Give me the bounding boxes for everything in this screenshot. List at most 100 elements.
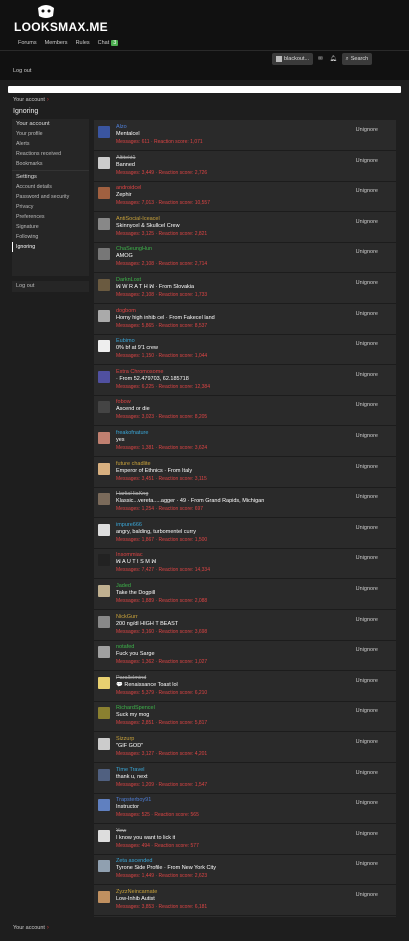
unignore-button[interactable]: Unignore — [356, 708, 378, 714]
avatar[interactable] — [98, 462, 110, 475]
footer-breadcrumb-your-account[interactable]: Your account — [13, 925, 45, 931]
avatar[interactable] — [98, 401, 110, 414]
sidebar-item-ignoring[interactable]: Ignoring — [12, 242, 89, 252]
sidebar-item-following[interactable]: Following — [12, 232, 89, 242]
username-link[interactable]: notafed — [116, 644, 134, 650]
avatar[interactable] — [98, 248, 110, 261]
avatar[interactable] — [98, 187, 110, 200]
avatar[interactable] — [98, 585, 110, 597]
unignore-button[interactable]: Unignore — [356, 678, 378, 684]
avatar[interactable] — [98, 370, 110, 383]
unignore-button[interactable]: Unignore — [356, 800, 378, 806]
sidebar-item-reactions[interactable]: Reactions received — [12, 149, 89, 159]
sidebar-item-your-profile[interactable]: Your profile — [12, 129, 89, 139]
username-link[interactable]: Alzo — [116, 124, 127, 130]
nav-rules[interactable]: Rules — [76, 40, 90, 46]
unignore-button[interactable]: Unignore — [356, 402, 378, 408]
unignore-button[interactable]: Unignore — [356, 249, 378, 255]
username-link[interactable]: fobow — [116, 399, 131, 405]
unignore-button[interactable]: Unignore — [356, 372, 378, 378]
username-link[interactable]: Trapsterboy91 — [116, 797, 151, 803]
unignore-button[interactable]: Unignore — [356, 219, 378, 225]
unignore-button[interactable]: Unignore — [356, 188, 378, 194]
unignore-button[interactable]: Unignore — [356, 617, 378, 623]
username-link[interactable]: androidcel — [116, 185, 141, 191]
username-link[interactable]: impure666 — [116, 522, 142, 528]
username-link[interactable]: Jaded — [116, 583, 131, 589]
nav-chat[interactable]: Chat 3 — [98, 40, 119, 46]
unignore-button[interactable]: Unignore — [356, 525, 378, 531]
unignore-button[interactable]: Unignore — [356, 831, 378, 837]
sidebar-item-password[interactable]: Password and security — [12, 192, 89, 202]
avatar[interactable] — [98, 279, 110, 291]
sidebar-item-account-details[interactable]: Account details — [12, 182, 89, 192]
username-link[interactable]: Yew — [116, 828, 126, 834]
avatar[interactable] — [98, 738, 110, 750]
sidebar-item-bookmarks[interactable]: Bookmarks — [12, 159, 89, 169]
unignore-button[interactable]: Unignore — [356, 127, 378, 133]
username-link[interactable]: ZyzzNeincarnate — [116, 889, 157, 895]
username-link[interactable]: Insommiac — [116, 552, 143, 558]
username-link[interactable]: Zeta ascended — [116, 858, 152, 864]
unignore-button[interactable]: Unignore — [356, 494, 378, 500]
username-link[interactable]: Extra Chromosome — [116, 369, 163, 375]
avatar[interactable] — [98, 554, 110, 567]
username-link[interactable]: freakofnature — [116, 430, 148, 436]
avatar[interactable] — [98, 891, 110, 903]
site-logo[interactable]: LOOKSMAX.ME — [14, 20, 108, 34]
avatar[interactable] — [98, 309, 110, 322]
unignore-button[interactable]: Unignore — [356, 861, 378, 867]
username-link[interactable]: Time Travel — [116, 767, 145, 773]
username-link[interactable]: Sizzurp — [116, 736, 134, 742]
avatar[interactable] — [98, 340, 110, 353]
avatar[interactable] — [98, 156, 110, 169]
username-link[interactable]: NickGurr — [116, 614, 138, 620]
sidebar-item-privacy[interactable]: Privacy — [12, 202, 89, 212]
username-link[interactable]: dogbom — [116, 308, 136, 314]
unignore-button[interactable]: Unignore — [356, 555, 378, 561]
search-button[interactable]: ⌕ Search — [341, 53, 373, 65]
unignore-button[interactable]: Unignore — [356, 464, 378, 470]
sidebar-item-alerts[interactable]: Alerts — [12, 139, 89, 149]
unignore-button[interactable]: Unignore — [356, 770, 378, 776]
logout-link-top[interactable]: Log out — [13, 68, 31, 74]
sidebar-logout[interactable]: Log out — [12, 281, 89, 292]
unignore-button[interactable]: Unignore — [356, 280, 378, 286]
breadcrumb-your-account[interactable]: Your account — [13, 97, 45, 103]
avatar[interactable] — [98, 493, 110, 506]
avatar[interactable] — [98, 646, 110, 659]
avatar[interactable] — [98, 615, 110, 628]
avatar[interactable] — [98, 768, 110, 781]
unignore-button[interactable]: Unignore — [356, 341, 378, 347]
avatar[interactable] — [98, 676, 110, 689]
unignore-button[interactable]: Unignore — [356, 739, 378, 745]
avatar[interactable] — [98, 217, 110, 230]
avatar[interactable] — [98, 860, 110, 873]
avatar[interactable] — [98, 523, 110, 536]
avatar[interactable] — [98, 432, 110, 444]
unignore-button[interactable]: Unignore — [356, 647, 378, 653]
unignore-button[interactable]: Unignore — [356, 433, 378, 439]
avatar[interactable] — [98, 126, 110, 138]
sidebar-item-preferences[interactable]: Preferences — [12, 212, 89, 222]
username-link[interactable]: ChaSeungHun — [116, 246, 152, 252]
username-link[interactable]: AntiSocial-Iceacel — [116, 216, 160, 222]
username-link[interactable]: RichardSpencel — [116, 705, 155, 711]
username-link[interactable]: Eubimo — [116, 338, 135, 344]
nav-members[interactable]: Members — [45, 40, 68, 46]
nav-forums[interactable]: Forums — [18, 40, 37, 46]
account-button[interactable]: blackout... — [272, 53, 314, 65]
unignore-button[interactable]: Unignore — [356, 892, 378, 898]
username-link[interactable]: HarliaHiaKng — [116, 491, 148, 497]
avatar[interactable] — [98, 707, 110, 720]
avatar[interactable] — [98, 799, 110, 812]
username-link[interactable]: Altitekt1 — [116, 155, 136, 161]
inbox-icon[interactable]: ✉ — [316, 56, 325, 62]
unignore-button[interactable]: Unignore — [356, 586, 378, 592]
username-link[interactable]: DarknLost — [116, 277, 141, 283]
username-link[interactable]: Parallelmind — [116, 675, 146, 681]
sidebar-item-signature[interactable]: Signature — [12, 222, 89, 232]
unignore-button[interactable]: Unignore — [356, 158, 378, 164]
unignore-button[interactable]: Unignore — [356, 311, 378, 317]
sidebar-item-your-account[interactable]: Your account — [12, 119, 89, 129]
